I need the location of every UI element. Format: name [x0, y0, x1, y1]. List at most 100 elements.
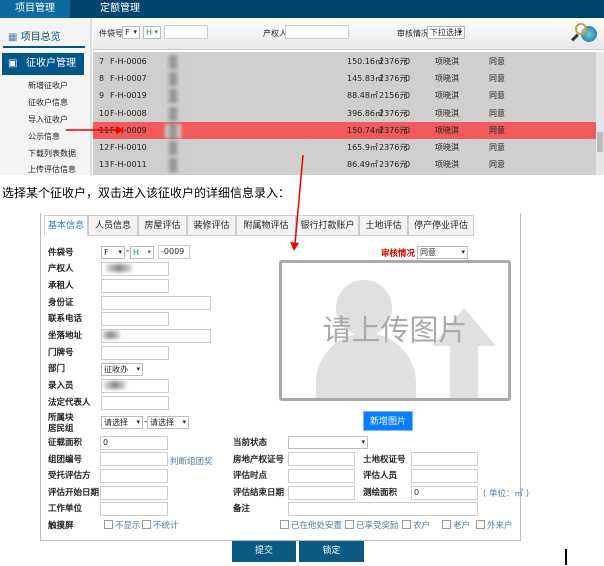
h-select[interactable]: H	[130, 246, 154, 259]
state-select[interactable]	[288, 436, 368, 449]
add-image-button[interactable]: 新增图片	[363, 411, 413, 431]
checkbox-right-3[interactable]: 老户	[442, 519, 470, 531]
sidebar-section-household[interactable]: ▣ 征收户管理	[2, 53, 84, 75]
checkbox-right-4[interactable]: 外来户	[476, 519, 513, 531]
blurred-name	[165, 72, 181, 87]
f-select[interactable]: F	[101, 246, 125, 259]
blurred-name	[165, 158, 181, 173]
review-select[interactable]: 同意	[417, 246, 468, 259]
client-input[interactable]	[100, 469, 168, 483]
table-row[interactable]: 8 F-H-0007 145.83㎡ 2376元 0 项晓淇 同意	[93, 70, 596, 87]
sidebar-item-public[interactable]: 公示信息	[28, 131, 60, 142]
dept-select[interactable]: 征收办	[101, 363, 143, 376]
assessor-input[interactable]	[411, 469, 478, 483]
h-select[interactable]: H	[143, 26, 161, 39]
table-row[interactable]: 13 F-H-0011 86.49㎡ 2376元 0 项晓淇 同意	[93, 156, 596, 173]
nav-tab-quota[interactable]: 定额管理	[85, 0, 155, 18]
tab-6[interactable]: 土地评估	[359, 215, 408, 236]
group-select[interactable]: 请选择	[147, 416, 189, 429]
sidebar-item-new[interactable]: 新增征收户	[28, 80, 68, 91]
image-upload-area[interactable]: 请上传图片	[279, 260, 511, 401]
section-label: 征收户管理	[26, 58, 76, 69]
cell-price: 2376元	[379, 74, 408, 84]
label-area: 征载面积	[48, 438, 83, 448]
label-address: 坐落地址	[48, 331, 83, 341]
cell-count: 0	[405, 57, 411, 66]
tenant-input[interactable]	[101, 279, 169, 293]
tab-3[interactable]: 装修评估	[187, 215, 236, 236]
cell-no: 9	[99, 91, 105, 101]
door-input[interactable]	[101, 346, 169, 360]
checkbox-right-2[interactable]: 农户	[402, 519, 430, 531]
tab-0[interactable]: 基本信息	[44, 215, 88, 236]
cell-area: 396.86㎡	[347, 108, 383, 118]
submit-button[interactable]: 提交	[232, 541, 296, 562]
block-select[interactable]: 请选择	[101, 416, 143, 429]
f-select[interactable]: F	[122, 26, 140, 39]
overview-icon: ▦	[8, 32, 18, 43]
label-entry: 录入员	[48, 381, 74, 391]
cell-no: 11	[99, 125, 110, 135]
end-input[interactable]	[288, 486, 355, 500]
owner-label: 产权人	[263, 29, 287, 38]
blurred-name	[165, 55, 181, 69]
cell-count: 0	[405, 143, 411, 152]
tab-4[interactable]: 附属物评估	[236, 215, 296, 236]
sidebar: ▦ 项目总览 ▣ 征收户管理 新增征收户 征收户信息 导入征收户 公示信息 下载列…	[0, 18, 92, 175]
start-input[interactable]	[100, 486, 168, 500]
team-hint[interactable]: 判断组团奖	[170, 455, 213, 467]
area-input[interactable]: 0	[100, 436, 168, 450]
deed-input[interactable]	[288, 452, 355, 466]
cell-code: F-H-0019	[110, 91, 147, 101]
sidebar-item-import[interactable]: 导入征收户	[28, 114, 68, 125]
time-input[interactable]	[288, 469, 355, 483]
cell-area: 150.16㎡	[347, 57, 383, 66]
cell-status: 同意	[489, 160, 505, 170]
tab-5[interactable]: 银行打款账户	[296, 215, 359, 236]
table-row[interactable]: 7 F-H-0006 150.16㎡ 2376元 0 项晓淇 同意	[93, 53, 596, 70]
legal-input[interactable]	[101, 396, 169, 410]
sidebar-overview[interactable]: ▦ 项目总览	[8, 28, 61, 43]
cell-no: 10	[99, 108, 110, 118]
table-row[interactable]: 12 F-H-0010 165.9㎡ 2376元 0 项晓淇 同意	[93, 139, 596, 156]
blurred-name	[165, 141, 181, 155]
blurred-name	[165, 123, 181, 138]
checkbox-left-1[interactable]: 不统计	[142, 519, 179, 531]
magnifier-globe-icon[interactable]	[571, 20, 599, 46]
sidebar-item-upload[interactable]: 上传评估信息	[28, 164, 76, 175]
sidebar-item-info[interactable]: 征收户信息	[28, 97, 68, 108]
checkbox-right-1[interactable]: 已享受奖励	[345, 519, 399, 531]
team-input[interactable]	[100, 452, 168, 466]
tab-2[interactable]: 房屋评估	[138, 215, 187, 236]
land-input[interactable]	[411, 452, 478, 466]
table-row[interactable]: 10 F-H-0008 396.86㎡ 2376元 0 项晓淇 同意	[93, 105, 596, 122]
blurred-address	[102, 331, 120, 339]
id-input[interactable]	[101, 296, 211, 310]
file-number-input[interactable]	[164, 25, 208, 39]
note-input[interactable]	[288, 502, 478, 516]
cell-code: F-H-0007	[110, 74, 147, 84]
lock-button[interactable]: 锁定	[299, 541, 364, 562]
label-time: 评估时点	[233, 471, 268, 481]
cell-status: 同意	[489, 143, 505, 152]
survey-input[interactable]: 0	[411, 486, 478, 500]
owner-input[interactable]	[285, 25, 349, 39]
phone-input[interactable]	[101, 312, 169, 326]
sidebar-item-download[interactable]: 下载列表数据	[28, 148, 76, 159]
scrollbar[interactable]	[596, 52, 604, 175]
table-row[interactable]: 9 F-H-0019 88.48㎡ 2156元 0 项晓淇 同意	[93, 87, 596, 104]
cell-code: F-H-0010	[110, 143, 147, 152]
work-input[interactable]	[100, 502, 168, 516]
cell-person: 项晓淇	[435, 91, 459, 101]
tab-1[interactable]: 人员信息	[88, 215, 138, 236]
file-suffix-input[interactable]: -0009	[158, 245, 190, 259]
label-state: 当前状态	[233, 438, 268, 448]
review-select[interactable]: 下拉选择	[427, 26, 465, 39]
nav-tab-project[interactable]: 项目管理	[0, 0, 70, 18]
text-cursor	[565, 549, 567, 565]
checkbox-left-0[interactable]: 不显示	[104, 519, 141, 531]
checkbox-right-0[interactable]: 已在他处安置	[280, 519, 342, 531]
cell-person: 项晓淇	[435, 74, 459, 84]
tab-7[interactable]: 停产停业评估	[408, 215, 474, 236]
table-row[interactable]: 11 F-H-0009 150.74㎡ 2376元 0 项晓淇 同意	[93, 121, 596, 139]
